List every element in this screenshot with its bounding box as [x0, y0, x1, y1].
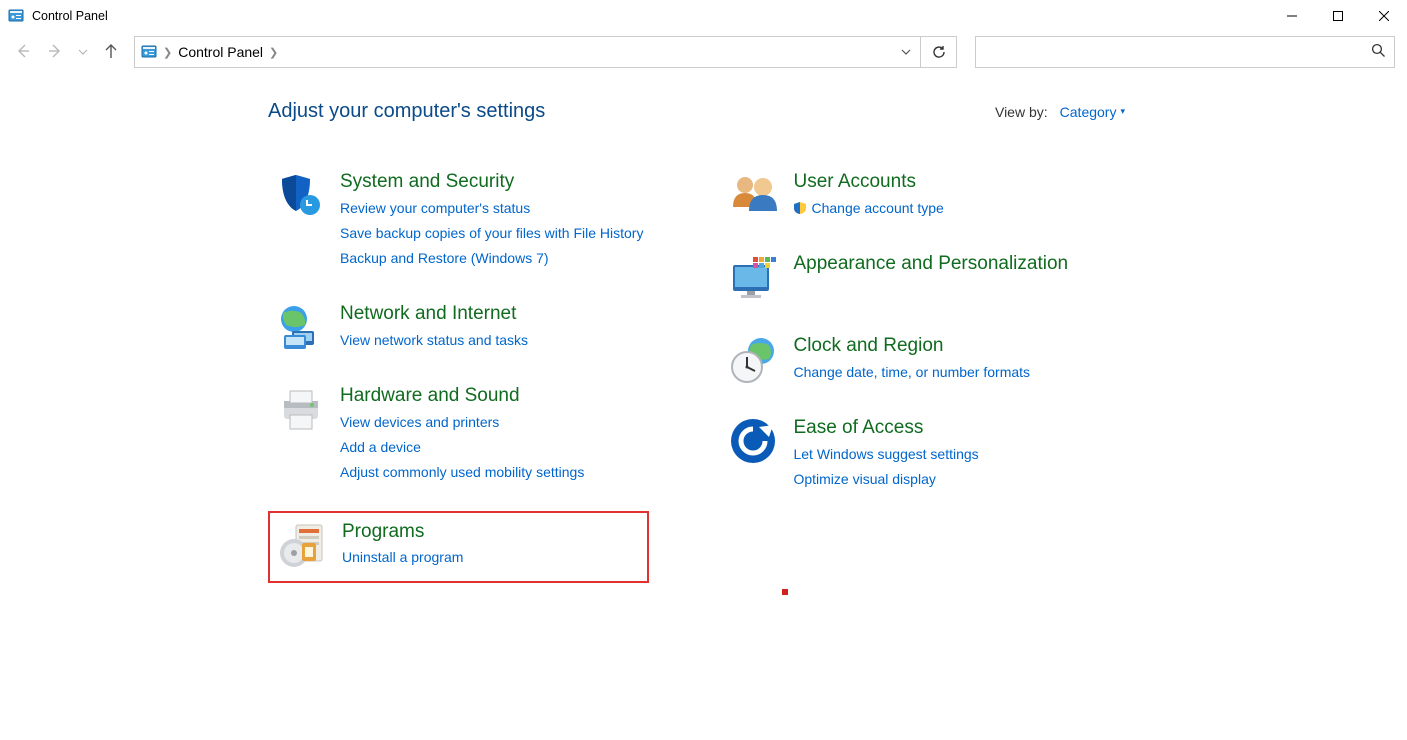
shield-icon	[276, 171, 324, 219]
clock-region-icon	[729, 335, 777, 383]
category-link[interactable]: Save backup copies of your files with Fi…	[340, 223, 643, 244]
column-left: System and Security Review your computer…	[268, 165, 649, 583]
back-button[interactable]	[14, 42, 32, 63]
search-input[interactable]	[984, 43, 1371, 61]
search-box[interactable]	[975, 36, 1395, 68]
view-by: View by: Category ▾	[995, 104, 1125, 120]
category-title[interactable]: Network and Internet	[340, 303, 528, 326]
column-right: User Accounts Change account type	[721, 165, 1074, 583]
category-link[interactable]: Change account type	[793, 198, 943, 219]
category-columns: System and Security Review your computer…	[0, 165, 1407, 583]
category-link[interactable]: Optimize visual display	[793, 469, 978, 490]
category-title[interactable]: Appearance and Personalization	[793, 253, 1068, 276]
close-button[interactable]	[1361, 0, 1407, 32]
refresh-button[interactable]	[920, 37, 956, 67]
search-icon[interactable]	[1371, 43, 1386, 61]
ease-of-access-icon	[729, 417, 777, 465]
nav-row: ❯ Control Panel ❯	[0, 32, 1407, 72]
minimize-button[interactable]	[1269, 0, 1315, 32]
control-panel-icon	[8, 8, 24, 24]
breadcrumb-root-label: Control Panel	[178, 44, 263, 60]
address-path[interactable]: ❯ Control Panel ❯	[135, 37, 892, 67]
category-title[interactable]: Clock and Region	[793, 335, 1030, 358]
address-bar[interactable]: ❯ Control Panel ❯	[134, 36, 957, 68]
category-link[interactable]: Review your computer's status	[340, 198, 643, 219]
category-link-label: Change account type	[811, 198, 943, 219]
category-hardware: Hardware and Sound View devices and prin…	[268, 379, 649, 489]
window-title: Control Panel	[32, 9, 108, 23]
category-programs: Programs Uninstall a program	[268, 511, 649, 583]
category-link[interactable]: Uninstall a program	[342, 547, 463, 568]
category-link[interactable]: Add a device	[340, 437, 584, 458]
printer-icon	[276, 385, 324, 433]
appearance-icon	[729, 253, 777, 301]
breadcrumb-root[interactable]: Control Panel ❯	[178, 44, 278, 60]
category-link[interactable]: Adjust commonly used mobility settings	[340, 462, 584, 483]
category-system-security: System and Security Review your computer…	[268, 165, 649, 275]
control-panel-icon	[141, 44, 157, 60]
content: Adjust your computer's settings View by:…	[0, 72, 1407, 583]
category-link[interactable]: Change date, time, or number formats	[793, 362, 1030, 383]
category-title[interactable]: Programs	[342, 521, 463, 544]
category-title[interactable]: User Accounts	[793, 171, 943, 194]
view-by-value: Category	[1060, 104, 1117, 120]
forward-button[interactable]	[46, 42, 64, 63]
recent-dropdown[interactable]	[78, 44, 88, 60]
titlebar: Control Panel	[0, 0, 1407, 32]
category-ease-of-access: Ease of Access Let Windows suggest setti…	[721, 411, 1074, 496]
category-network: Network and Internet View network status…	[268, 297, 649, 357]
category-title[interactable]: Hardware and Sound	[340, 385, 584, 408]
category-appearance: Appearance and Personalization	[721, 247, 1074, 307]
category-title[interactable]: Ease of Access	[793, 417, 978, 440]
chevron-right-icon: ❯	[269, 46, 278, 59]
view-by-dropdown[interactable]: Category ▾	[1060, 104, 1125, 120]
page-title: Adjust your computer's settings	[268, 100, 545, 123]
category-link[interactable]: Let Windows suggest settings	[793, 444, 978, 465]
user-accounts-icon	[729, 171, 777, 219]
category-title[interactable]: System and Security	[340, 171, 643, 194]
nav-arrows	[14, 42, 120, 63]
category-link[interactable]: Backup and Restore (Windows 7)	[340, 248, 643, 269]
category-user-accounts: User Accounts Change account type	[721, 165, 1074, 225]
programs-icon	[278, 521, 326, 569]
address-history-dropdown[interactable]	[892, 37, 920, 67]
uac-shield-icon	[793, 201, 807, 215]
titlebar-left: Control Panel	[8, 8, 108, 24]
globe-network-icon	[276, 303, 324, 351]
breadcrumb-chevron[interactable]: ❯	[163, 46, 172, 59]
annotation-dot	[782, 589, 788, 595]
category-link[interactable]: View devices and printers	[340, 412, 584, 433]
chevron-down-icon: ▾	[1120, 106, 1125, 117]
up-button[interactable]	[102, 42, 120, 63]
category-clock-region: Clock and Region Change date, time, or n…	[721, 329, 1074, 389]
window-controls	[1269, 0, 1407, 32]
maximize-button[interactable]	[1315, 0, 1361, 32]
view-by-label: View by:	[995, 104, 1048, 120]
category-link[interactable]: View network status and tasks	[340, 330, 528, 351]
header-row: Adjust your computer's settings View by:…	[0, 100, 1407, 123]
